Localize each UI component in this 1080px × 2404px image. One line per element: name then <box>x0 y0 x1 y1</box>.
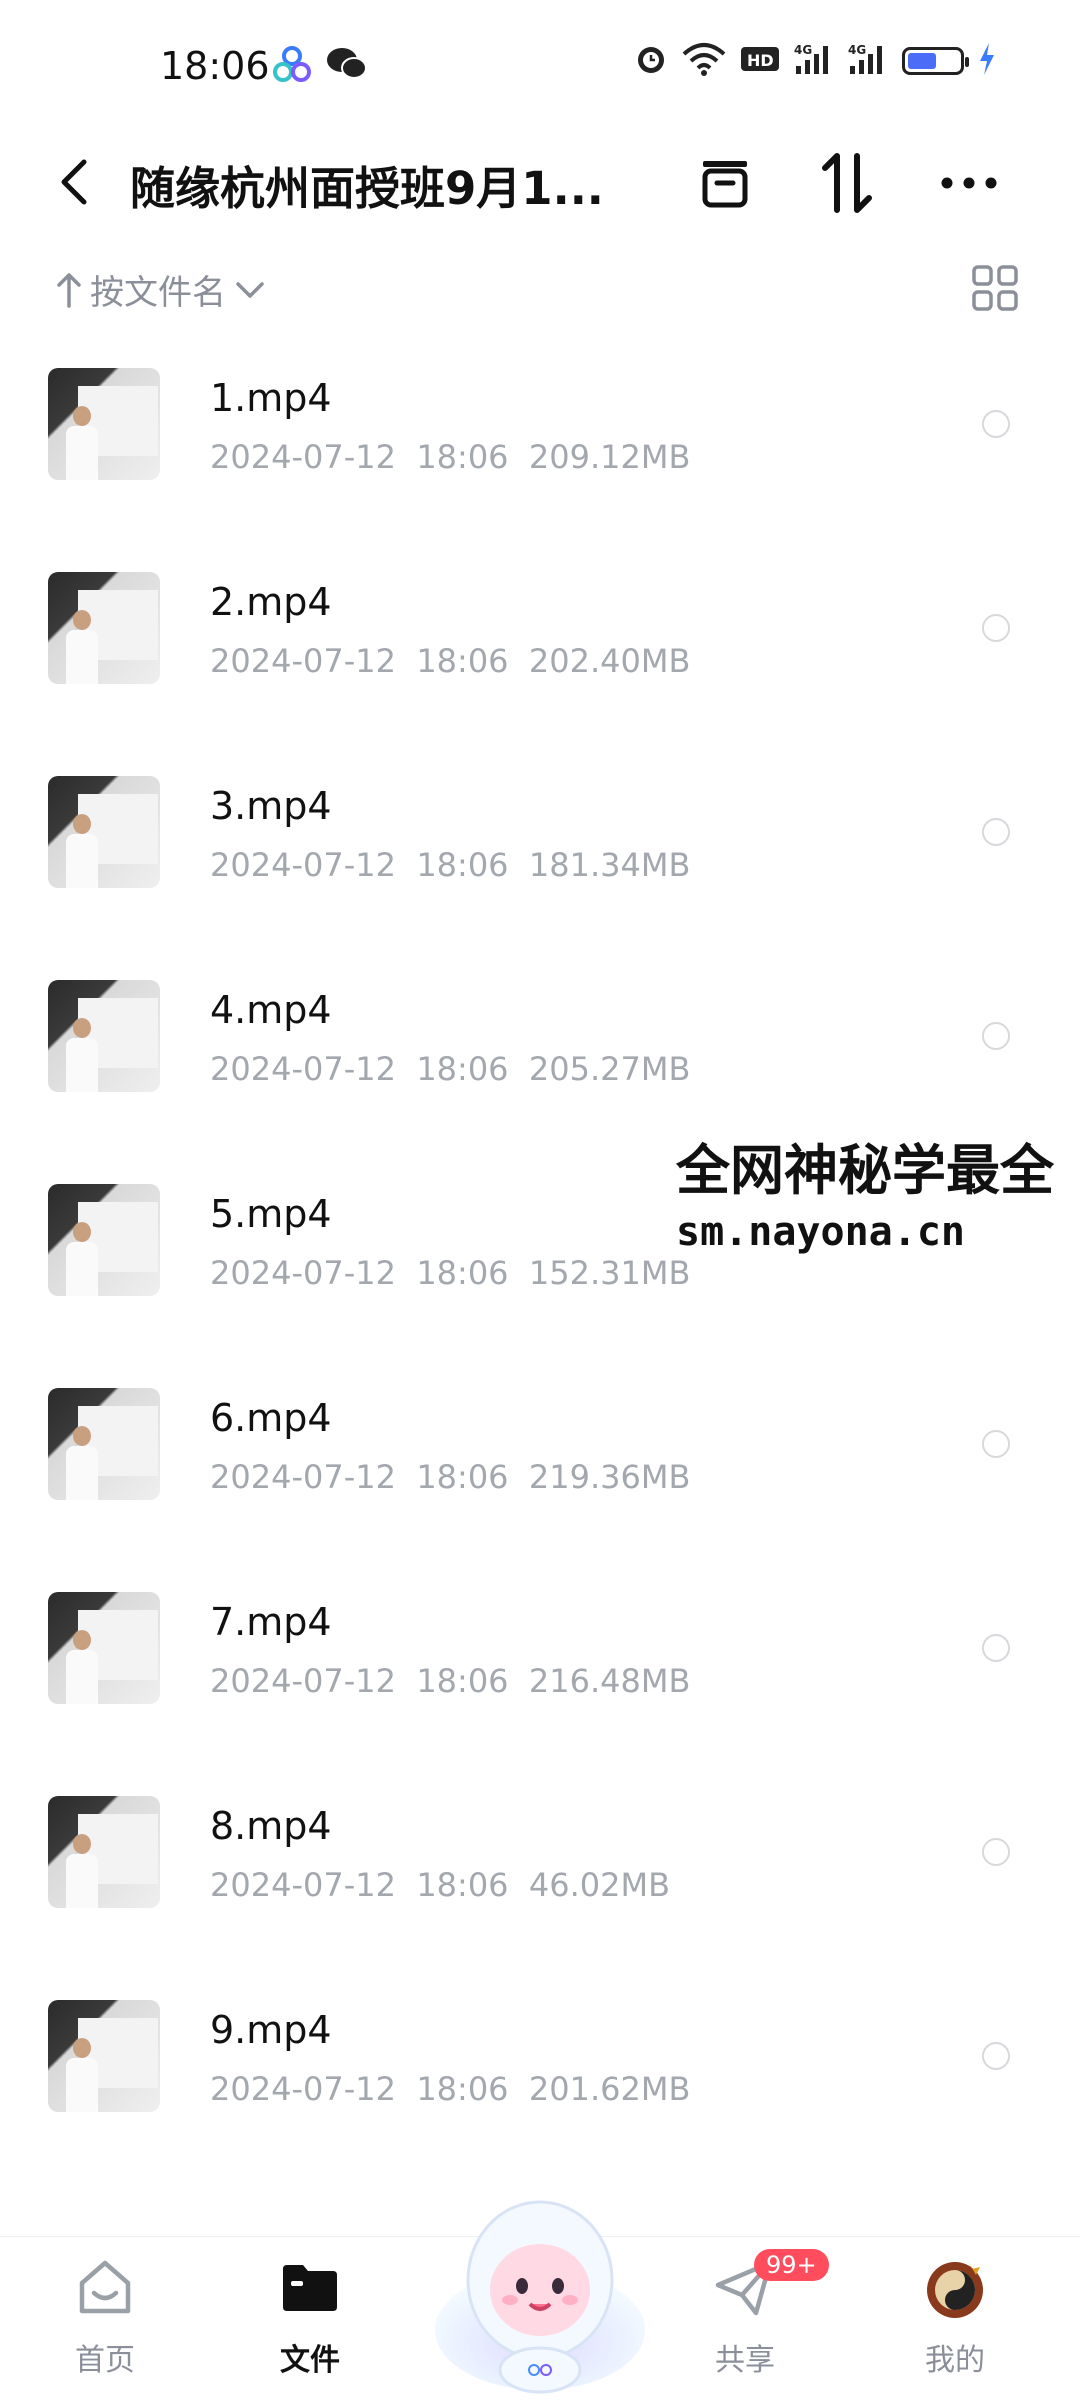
assistant-mascot-button[interactable] <box>430 2180 650 2400</box>
file-meta: 2024-07-12 18:06 201.62MB <box>210 2070 691 2108</box>
select-radio[interactable] <box>982 1634 1010 1662</box>
sort-bar: 按文件名 <box>0 255 1080 325</box>
svg-text:4G: 4G <box>848 43 866 57</box>
archive-button[interactable] <box>690 148 760 218</box>
more-button[interactable] <box>934 148 1004 218</box>
avatar <box>922 2255 988 2321</box>
file-name: 7.mp4 <box>210 1600 332 1644</box>
video-thumbnail <box>48 368 160 480</box>
video-thumbnail <box>48 572 160 684</box>
nav-home[interactable]: 首页 <box>40 2255 170 2379</box>
chevron-left-icon <box>61 159 87 205</box>
alarm-icon <box>634 42 668 80</box>
video-thumbnail <box>48 1184 160 1296</box>
file-name: 8.mp4 <box>210 1804 332 1848</box>
signal-4g-icon: 4G <box>794 42 834 80</box>
file-row[interactable]: 6.mp4 2024-07-12 18:06 219.36MB <box>0 1376 1080 1580</box>
video-thumbnail <box>48 980 160 1092</box>
wechat-icon <box>326 46 368 88</box>
select-radio[interactable] <box>982 1022 1010 1050</box>
select-radio[interactable] <box>982 2042 1010 2070</box>
select-radio[interactable] <box>982 1430 1010 1458</box>
video-thumbnail <box>48 1796 160 1908</box>
file-row[interactable]: 9.mp4 2024-07-12 18:06 201.62MB <box>0 1988 1080 2192</box>
charging-icon <box>978 42 996 80</box>
file-meta: 2024-07-12 18:06 202.40MB <box>210 642 691 680</box>
file-meta: 2024-07-12 18:06 46.02MB <box>210 1866 671 1904</box>
watermark-url: sm.nayona.cn <box>676 1209 965 1255</box>
sort-arrows-icon <box>822 153 872 213</box>
page-title: 随缘杭州面授班9月1... <box>130 162 604 215</box>
file-row[interactable]: 7.mp4 2024-07-12 18:06 216.48MB <box>0 1580 1080 1784</box>
nav-profile[interactable]: 我的 <box>890 2255 1020 2379</box>
svg-text:4G: 4G <box>794 43 812 57</box>
sort-order-button[interactable] <box>812 148 882 218</box>
svg-text:HD: HD <box>747 51 774 70</box>
file-name: 9.mp4 <box>210 2008 332 2052</box>
battery-icon <box>902 47 969 75</box>
select-radio[interactable] <box>982 818 1010 846</box>
grid-icon <box>972 265 1018 311</box>
cloud-app-icon <box>272 46 312 88</box>
folder-icon <box>277 2255 343 2321</box>
nav-label: 我的 <box>925 2343 985 2378</box>
nav-label: 文件 <box>280 2343 340 2378</box>
file-meta: 2024-07-12 18:06 219.36MB <box>210 1458 691 1496</box>
signal-4g-icon: 4G <box>848 42 888 80</box>
video-thumbnail <box>48 1388 160 1500</box>
select-radio[interactable] <box>982 410 1010 438</box>
file-row[interactable]: 3.mp4 2024-07-12 18:06 181.34MB <box>0 764 1080 968</box>
watermark-text: 全网神秘学最全 <box>676 1141 1054 1201</box>
arrow-up-icon <box>57 272 81 308</box>
file-meta: 2024-07-12 18:06 205.27MB <box>210 1050 691 1088</box>
sort-label: 按文件名 <box>90 273 226 313</box>
file-name: 1.mp4 <box>210 376 332 420</box>
nav-label: 共享 <box>715 2343 775 2378</box>
hd-icon: HD <box>740 44 780 78</box>
status-time: 18:06 <box>160 44 270 88</box>
select-radio[interactable] <box>982 614 1010 642</box>
more-icon <box>941 177 997 189</box>
sort-selector[interactable]: 按文件名 <box>56 265 266 314</box>
wifi-icon <box>682 42 726 80</box>
grid-view-button[interactable] <box>970 263 1020 313</box>
share-icon: 99+ <box>712 2249 829 2321</box>
file-name: 5.mp4 <box>210 1192 332 1236</box>
mascot-icon <box>435 2200 645 2394</box>
file-meta: 2024-07-12 18:06 181.34MB <box>210 846 691 884</box>
archive-icon <box>702 161 748 208</box>
status-bar: 18:06 HD 4G 4G <box>0 0 1080 130</box>
file-name: 6.mp4 <box>210 1396 332 1440</box>
chevron-down-icon <box>236 281 264 298</box>
video-thumbnail <box>48 776 160 888</box>
file-row[interactable]: 8.mp4 2024-07-12 18:06 46.02MB <box>0 1784 1080 1988</box>
video-thumbnail <box>48 1592 160 1704</box>
back-button[interactable] <box>50 154 100 210</box>
file-row[interactable]: 2.mp4 2024-07-12 18:06 202.40MB <box>0 560 1080 764</box>
file-meta: 2024-07-12 18:06 152.31MB <box>210 1254 691 1292</box>
file-row[interactable]: 1.mp4 2024-07-12 18:06 209.12MB <box>0 356 1080 560</box>
file-meta: 2024-07-12 18:06 209.12MB <box>210 438 691 476</box>
file-meta: 2024-07-12 18:06 216.48MB <box>210 1662 691 1700</box>
file-name: 2.mp4 <box>210 580 332 624</box>
select-radio[interactable] <box>982 1838 1010 1866</box>
file-name: 3.mp4 <box>210 784 332 828</box>
top-app-bar: 随缘杭州面授班9月1... <box>0 130 1080 230</box>
nav-share[interactable]: 99+ 共享 <box>680 2249 829 2379</box>
nav-label: 首页 <box>75 2343 135 2378</box>
home-icon <box>72 2255 138 2321</box>
file-name: 4.mp4 <box>210 988 332 1032</box>
notification-badge: 99+ <box>754 2249 829 2281</box>
video-thumbnail <box>48 2000 160 2112</box>
nav-files[interactable]: 文件 <box>245 2255 375 2379</box>
watermark-overlay: 全网神秘学最全 sm.nayona.cn <box>676 1138 1080 1260</box>
